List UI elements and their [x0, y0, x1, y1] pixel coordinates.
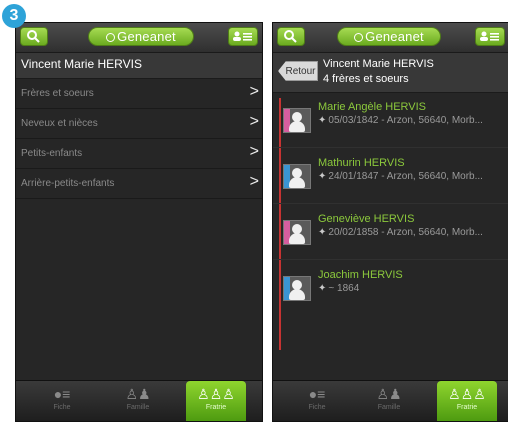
birth-icon: ✦ — [318, 227, 327, 238]
search-button[interactable] — [20, 27, 48, 46]
sibling-row[interactable]: Marie Angèle HERVIS ✦ 05/03/1842 - Arzon,… — [273, 95, 508, 148]
sibling-name: Joachim HERVIS — [318, 269, 403, 281]
birth-icon: ✦ — [318, 115, 327, 126]
menu-item-label: Neveux et nièces — [21, 118, 98, 129]
male-avatar-icon — [283, 164, 311, 189]
tab-fratrie[interactable]: ♙♙♙ Fratrie — [186, 381, 246, 421]
sibling-birth-info: ~ 1864 — [328, 283, 360, 294]
person-header: Vincent Marie HERVIS — [16, 53, 262, 79]
person-menu-button[interactable] — [228, 27, 258, 46]
search-icon — [27, 30, 40, 43]
sibling-name: Geneviève HERVIS — [318, 213, 415, 225]
person-list-icon: ●≡ — [53, 386, 71, 402]
person-name: Vincent Marie HERVIS — [323, 58, 434, 70]
sibling-row[interactable]: Mathurin HERVIS ✦ 24/01/1847 - Arzon, 566… — [273, 151, 508, 204]
person-menu-button[interactable] — [475, 27, 505, 46]
tab-fiche[interactable]: ●≡ Fiche — [32, 385, 92, 421]
search-button[interactable] — [277, 27, 305, 46]
chevron-right-icon: > — [249, 83, 259, 100]
relations-menu: Frères et soeurs > Neveux et nièces > Pe… — [16, 79, 262, 199]
sibling-row[interactable]: Joachim HERVIS ✦ ~ 1864 — [273, 263, 508, 315]
logo-text: Geneanet — [117, 29, 176, 44]
tab-bar: ●≡ Fiche ♙♟ Famille ♙♙♙ Fratrie — [273, 380, 508, 421]
male-avatar-icon — [283, 276, 311, 301]
menu-item-petits-enfants[interactable]: Petits-enfants > — [16, 139, 262, 169]
sibling-birth-info: 05/03/1842 - Arzon, 56640, Morb... — [328, 115, 483, 126]
step-badge: 3 — [2, 4, 26, 28]
geneanet-logo-icon — [354, 33, 364, 42]
geneanet-logo-button[interactable]: Geneanet — [337, 27, 441, 46]
family-icon: ♙♟ — [376, 386, 402, 402]
fratrie-icon: ♙♙♙ — [448, 386, 486, 402]
top-bar: Geneanet — [16, 23, 262, 53]
top-bar: Geneanet — [273, 23, 508, 53]
menu-item-freres-soeurs[interactable]: Frères et soeurs > — [16, 79, 262, 109]
phone-screen-right: Geneanet Retour Vincent Marie HERVIS 4 f… — [272, 22, 508, 422]
tab-label: Fiche — [308, 404, 326, 411]
person-list-icon: ●≡ — [308, 386, 326, 402]
geneanet-logo-icon — [106, 33, 116, 42]
family-icon: ♙♟ — [125, 386, 151, 402]
search-icon — [284, 30, 297, 43]
sibling-row[interactable]: Geneviève HERVIS ✦ 20/02/1858 - Arzon, 56… — [273, 207, 508, 260]
tab-famille[interactable]: ♙♟ Famille — [359, 385, 419, 421]
chevron-right-icon: > — [249, 143, 259, 160]
logo-text: Geneanet — [365, 29, 424, 44]
sibling-birth-info: 20/02/1858 - Arzon, 56640, Morb... — [328, 227, 483, 238]
menu-item-label: Petits-enfants — [21, 148, 83, 159]
birth-icon: ✦ — [318, 283, 327, 294]
tab-label: Fiche — [53, 404, 71, 411]
tab-bar: ●≡ Fiche ♙♟ Famille ♙♙♙ Fratrie — [16, 380, 262, 421]
sibling-birth-info: 24/01/1847 - Arzon, 56640, Morb... — [328, 171, 483, 182]
tab-label: Fratrie — [205, 404, 227, 411]
tab-label: Fratrie — [456, 404, 478, 411]
sibling-name: Marie Angèle HERVIS — [318, 101, 427, 113]
tab-fratrie[interactable]: ♙♙♙ Fratrie — [437, 381, 497, 421]
female-avatar-icon — [283, 220, 311, 245]
sibling-name: Mathurin HERVIS — [318, 157, 405, 169]
tab-famille[interactable]: ♙♟ Famille — [108, 385, 168, 421]
geneanet-logo-button[interactable]: Geneanet — [88, 27, 194, 46]
menu-item-neveux-nieces[interactable]: Neveux et nièces > — [16, 109, 262, 139]
chevron-right-icon: > — [249, 113, 259, 130]
person-name: Vincent Marie HERVIS — [21, 57, 142, 71]
tab-label: Famille — [377, 404, 401, 411]
menu-item-label: Arrière-petits-enfants — [21, 178, 115, 189]
tab-label: Famille — [126, 404, 150, 411]
tab-fiche[interactable]: ●≡ Fiche — [287, 385, 347, 421]
person-list-icon — [233, 31, 252, 41]
fratrie-icon: ♙♙♙ — [197, 386, 235, 402]
female-avatar-icon — [283, 108, 311, 133]
chevron-right-icon: > — [249, 173, 259, 190]
menu-item-label: Frères et soeurs — [21, 88, 94, 99]
siblings-header: Retour Vincent Marie HERVIS 4 frères et … — [273, 53, 508, 93]
menu-item-arriere-petits-enfants[interactable]: Arrière-petits-enfants > — [16, 169, 262, 199]
siblings-count: 4 frères et soeurs — [323, 73, 409, 85]
birth-icon: ✦ — [318, 171, 327, 182]
person-list-icon — [480, 31, 499, 41]
phone-screen-left: Geneanet Vincent Marie HERVIS Frères et … — [15, 22, 263, 422]
back-button[interactable]: Retour — [278, 61, 318, 81]
